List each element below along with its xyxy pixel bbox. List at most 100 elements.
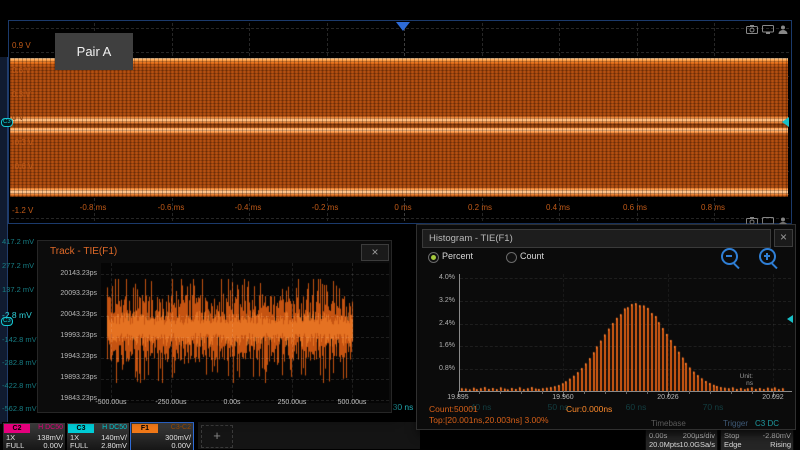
time-label: 0 ms [379, 203, 427, 212]
gridline [101, 337, 389, 338]
time-label: -0.8 ms [69, 203, 117, 212]
bandwidth-label: FULL [70, 441, 88, 450]
user-icon[interactable] [778, 21, 788, 39]
track-dialog[interactable]: Track - TIE(F1) × 20143.23ps 20093.23ps … [37, 240, 392, 413]
offset-label: 0.00V [171, 441, 191, 450]
gridline [626, 391, 627, 394]
gridline [101, 316, 389, 317]
trigger-panel[interactable]: Stop -2.80mV Edge Rising [720, 428, 794, 450]
trigger-level: -2.80mV [763, 431, 791, 440]
display-icon[interactable] [762, 21, 774, 39]
gridline [605, 391, 606, 394]
gridline [111, 263, 112, 403]
track-plot-area[interactable] [101, 263, 389, 403]
time-label: 0.4 ms [534, 203, 582, 212]
gridline [232, 263, 233, 403]
track-x-label: -250.00us [145, 399, 197, 406]
track-x-label: 0.00s [206, 399, 258, 406]
zoom-voltage-label: 137.2 mV [2, 285, 34, 294]
unit-value: ns [746, 380, 753, 387]
gridline [101, 358, 389, 359]
gridline [101, 379, 389, 380]
time-label: 0.2 ms [456, 203, 504, 212]
voltage-label: -0.6 V [12, 162, 33, 171]
time-label: -0.4 ms [224, 203, 272, 212]
gridline [11, 218, 789, 219]
zoom-voltage-label: -142.8 mV [2, 335, 37, 344]
camera-icon[interactable] [746, 21, 758, 39]
time-label: -0.6 ms [147, 203, 195, 212]
hist-x-label: 20.092 [751, 394, 795, 401]
trigger-mode: Stop [724, 431, 739, 440]
gridline [101, 274, 389, 275]
hist-x-label: 19.895 [436, 394, 480, 401]
timebase-memory: 20.0Mpts [649, 440, 680, 449]
zoom-time-label-dim: 40 ns [459, 402, 503, 412]
dialog-title: Track - TIE(F1) [50, 246, 117, 257]
histogram-dialog[interactable]: Histogram - TIE(F1) × Percent Count 4.0%… [416, 224, 796, 430]
channel-chip-f1: F1 [132, 424, 158, 433]
gridline [171, 263, 172, 403]
pair-a-waveform-trace [10, 58, 788, 197]
c3-zoom-channel-marker[interactable]: C3 [1, 317, 13, 326]
timebase-delay: 0.00s [649, 431, 667, 440]
gridline [101, 295, 389, 296]
zoom-voltage-label: 417.2 mV [2, 237, 34, 246]
track-trace-canvas [101, 263, 389, 403]
oscilloscope-screen: 0.9 V 0.6 V 0.3 V 0 V -0.3 V -0.6 V -1.2… [0, 0, 800, 450]
channel-descriptor-c3[interactable]: C3 H DC50 1X 140mV/ FULL 2.80mV [66, 422, 130, 450]
trigger-source-label: C3 DC [755, 419, 779, 428]
bandwidth-label: FULL [6, 441, 24, 450]
zoom-time-label-dim: 60 ns [614, 402, 658, 412]
channel-chip-c2: C2 [4, 424, 30, 433]
offset-label: 0.00V [43, 441, 63, 450]
voltage-label: -1.2 V [12, 206, 33, 215]
time-label: 0.8 ms [689, 203, 737, 212]
unit-caption: Unit: [740, 373, 753, 380]
track-x-label: 500.00us [326, 399, 378, 406]
zoom-voltage-label: 277.2 mV [2, 261, 34, 270]
voltage-label: -0.3 V [12, 138, 33, 147]
track-x-label: -500.00us [85, 399, 137, 406]
track-y-label: 19943.23ps [44, 353, 97, 360]
hist-x-label: 19.960 [541, 394, 585, 401]
track-y-label: 20043.23ps [44, 311, 97, 318]
voltage-label: 0.6 V [12, 66, 31, 75]
timebase-panel[interactable]: 0.00s 200µs/div 20.0Mpts 10.0GSa/s [645, 428, 718, 450]
zoom-voltage-label: -422.8 mV [2, 381, 37, 390]
time-label: 0.6 ms [611, 203, 659, 212]
offset-label: 2.80mV [101, 441, 127, 450]
timebase-scale: 200µs/div [683, 431, 715, 440]
gridline [352, 263, 353, 403]
trace-name-label[interactable]: Pair A [55, 33, 133, 70]
zoom-time-label-dim: 50 ns [536, 402, 580, 412]
gridline [710, 391, 711, 394]
gridline [731, 391, 732, 394]
channel-descriptor-f1[interactable]: F1 C3-C2 300mV/ 0.00V [130, 422, 194, 450]
gridline [500, 391, 501, 394]
function-source-label: C3-C2 [171, 424, 191, 431]
hist-x-label: 20.026 [646, 394, 690, 401]
channel-descriptor-c2[interactable]: C2 H DC50 1X 138mV/ FULL 0.00V [2, 422, 66, 450]
trigger-header: Trigger [723, 419, 748, 428]
track-x-label: 250.00us [266, 399, 318, 406]
zoom-voltage-label: -282.8 mV [2, 358, 37, 367]
voltage-label: 0 V [12, 113, 24, 122]
zoom-time-label-dim: 70 ns [691, 402, 735, 412]
trigger-level-marker[interactable] [782, 117, 789, 127]
coupling-label: H DC50 [102, 424, 127, 431]
time-label: -0.2 ms [301, 203, 349, 212]
hist-unit-label: Unit: ns [717, 373, 753, 387]
trigger-position-marker[interactable] [396, 22, 410, 31]
close-icon[interactable]: × [361, 244, 389, 261]
c3-channel-marker[interactable]: C3 [1, 118, 13, 127]
gridline [292, 263, 293, 403]
hist-top-readout: Top:[20.001ns,20.003ns] 3.00% [429, 415, 549, 425]
hist-cursor-marker[interactable] [787, 315, 793, 323]
add-channel-button[interactable]: + [201, 425, 233, 448]
voltage-label: 0.3 V [12, 90, 31, 99]
coupling-label: H DC50 [38, 424, 63, 431]
track-y-label: 20143.23ps [44, 270, 97, 277]
channel-chip-c3: C3 [68, 424, 94, 433]
zoom-voltage-label: -562.8 mV [2, 404, 37, 413]
